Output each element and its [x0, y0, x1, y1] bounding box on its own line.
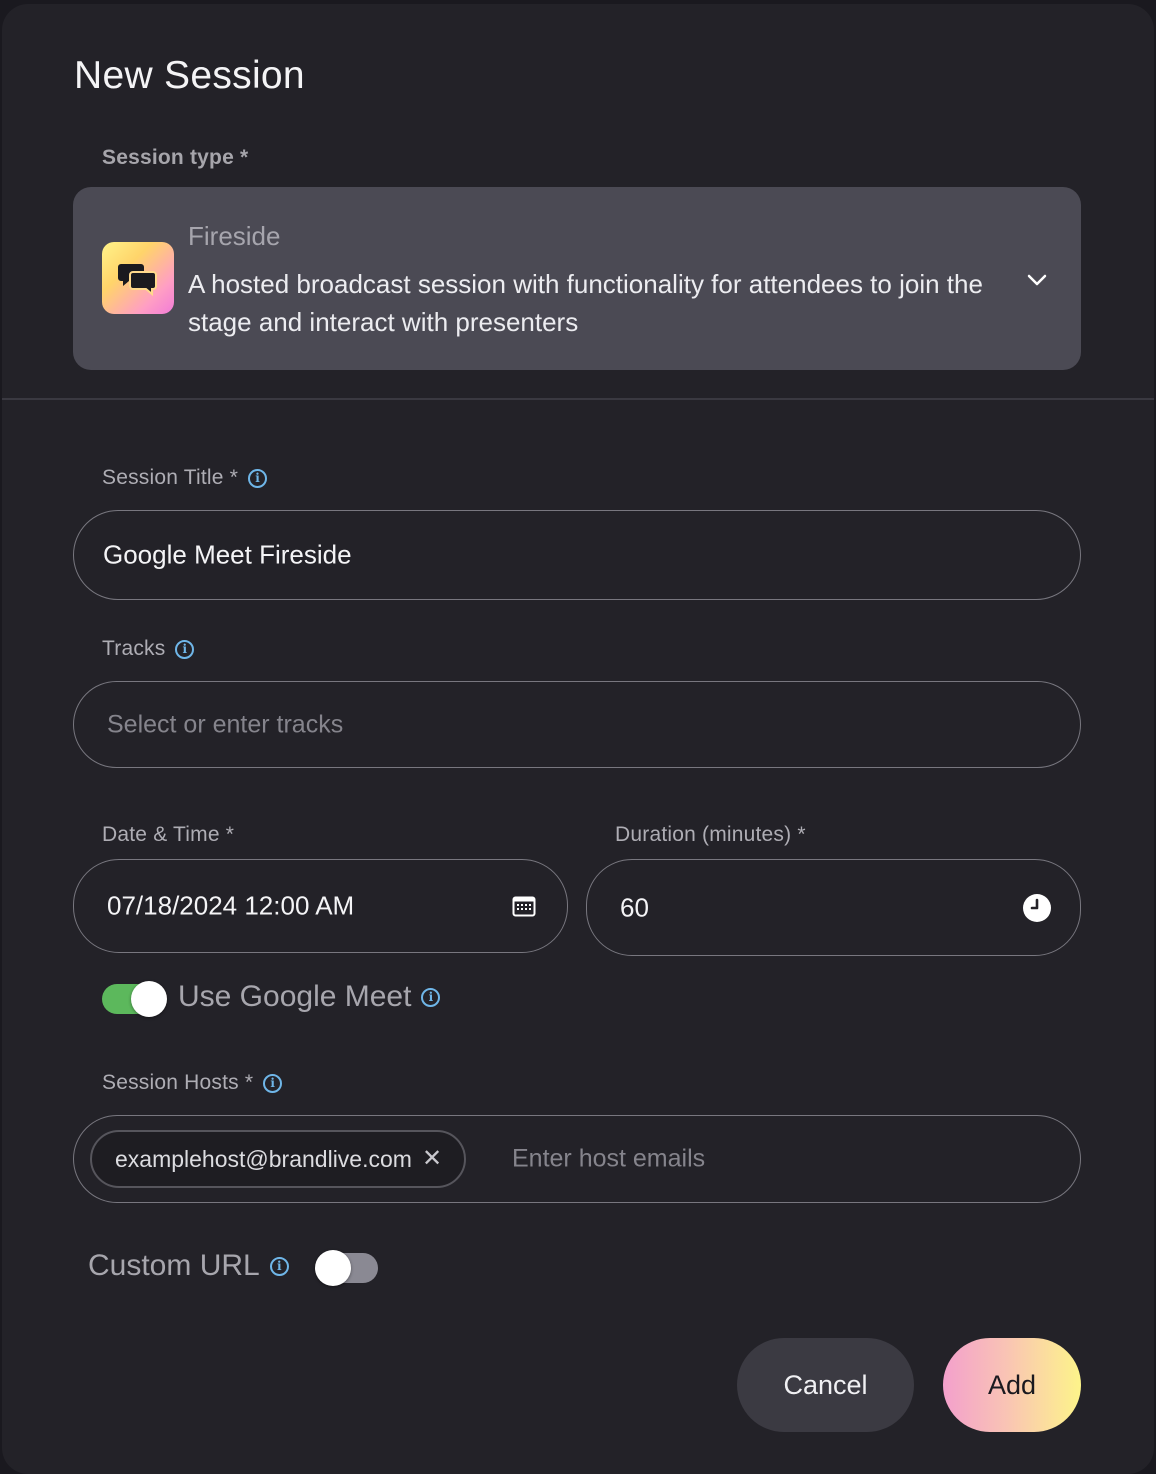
chevron-down-icon[interactable] — [1026, 269, 1048, 291]
date-time-label-text: Date & Time * — [102, 823, 235, 846]
duration-value: 60 — [620, 892, 649, 922]
host-email-chip-text: examplehost@brandlive.com — [115, 1145, 412, 1172]
close-icon[interactable]: ✕ — [422, 1147, 442, 1171]
new-session-modal: New Session Session type * Fireside A ho… — [2, 4, 1154, 1474]
info-icon[interactable]: i — [263, 1073, 283, 1093]
google-meet-toggle[interactable] — [102, 981, 167, 1017]
add-button[interactable]: Add — [943, 1338, 1081, 1432]
toggle-knob — [315, 1250, 351, 1286]
calendar-icon[interactable] — [512, 895, 536, 922]
session-type-description: A hosted broadcast session with function… — [188, 269, 983, 337]
session-type-select[interactable]: Fireside A hosted broadcast session with… — [73, 187, 1081, 370]
date-time-value: 07/18/2024 12:00 AM — [107, 890, 355, 921]
info-icon[interactable]: i — [175, 639, 195, 659]
session-type-name: Fireside — [188, 221, 281, 251]
toggle-knob — [131, 981, 167, 1017]
clock-icon[interactable] — [1022, 893, 1052, 928]
info-icon[interactable]: i — [248, 468, 268, 488]
session-hosts-placeholder: Enter host emails — [512, 1144, 706, 1173]
google-meet-label: Use Google Meet i — [178, 980, 441, 1014]
date-time-input[interactable]: 07/18/2024 12:00 AM — [73, 859, 568, 953]
session-title-value: Google Meet Fireside — [103, 539, 352, 570]
modal-title: New Session — [74, 54, 305, 97]
section-divider — [2, 398, 1154, 400]
duration-label-text: Duration (minutes) * — [615, 823, 806, 846]
chat-bubbles-icon — [102, 242, 174, 314]
host-email-chip: examplehost@brandlive.com ✕ — [90, 1130, 467, 1188]
session-hosts-label: Session Hosts * i — [102, 1071, 283, 1095]
tracks-label-text: Tracks — [102, 637, 166, 660]
session-type-label-text: Session type * — [102, 146, 249, 169]
custom-url-label-text: Custom URL — [88, 1249, 260, 1282]
tracks-placeholder: Select or enter tracks — [107, 710, 344, 738]
tracks-input[interactable]: Select or enter tracks — [73, 681, 1081, 768]
custom-url-toggle[interactable] — [315, 1250, 378, 1286]
custom-url-label: Custom URL i — [88, 1249, 289, 1283]
cancel-button[interactable]: Cancel — [737, 1338, 914, 1432]
tracks-label: Tracks i — [102, 637, 195, 661]
session-hosts-input[interactable]: examplehost@brandlive.com ✕ Enter host e… — [73, 1115, 1081, 1203]
session-type-label: Session type * — [102, 146, 248, 170]
session-title-input[interactable]: Google Meet Fireside — [73, 510, 1081, 600]
duration-input[interactable]: 60 — [586, 859, 1081, 956]
info-icon[interactable]: i — [269, 1256, 289, 1276]
google-meet-label-text: Use Google Meet — [178, 980, 412, 1013]
session-hosts-label-text: Session Hosts * — [102, 1071, 254, 1094]
session-title-label-text: Session Title * — [102, 466, 239, 489]
info-icon[interactable]: i — [421, 987, 441, 1007]
duration-label: Duration (minutes) * — [615, 823, 806, 847]
date-time-label: Date & Time * — [102, 823, 234, 847]
session-title-label: Session Title * i — [102, 466, 268, 490]
